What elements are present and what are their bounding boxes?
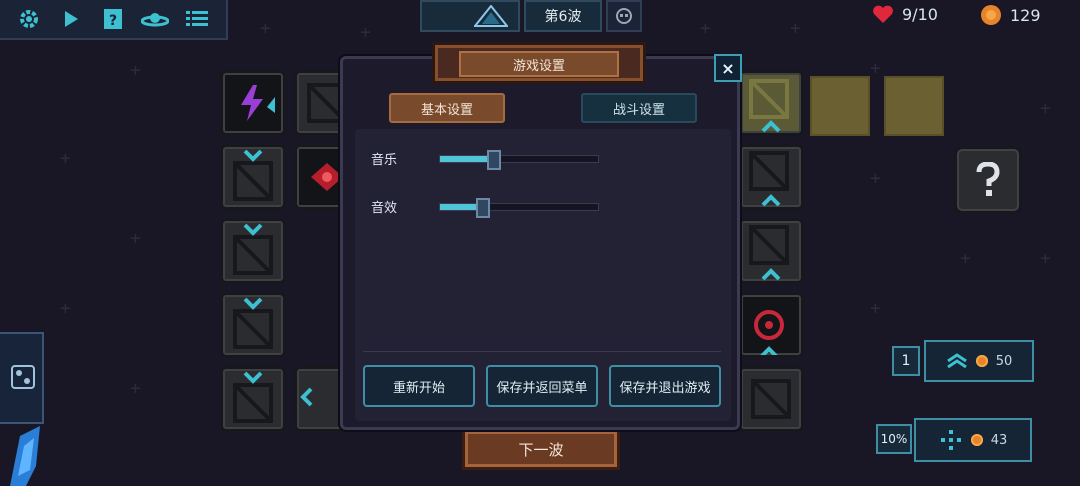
bg-cross: + — [960, 248, 971, 269]
path-tile — [738, 366, 804, 432]
help-button[interactable] — [954, 146, 1022, 214]
music-slider-knob[interactable] — [486, 149, 501, 170]
health-display: 9/10 — [872, 4, 938, 24]
left-side-panel[interactable] — [0, 332, 44, 424]
music-label: 音乐 — [371, 153, 398, 168]
sfx-slider[interactable] — [439, 197, 599, 218]
coin-icon — [981, 5, 1001, 25]
tower-tile-lightning[interactable] — [220, 70, 286, 136]
move-cost: 43 — [990, 432, 1008, 448]
coin-icon — [975, 355, 988, 367]
bg-cross: + — [130, 60, 141, 81]
bg-cross: + — [870, 168, 881, 189]
bg-cross: + — [790, 18, 801, 39]
music-slider[interactable] — [439, 149, 599, 170]
path-tile — [220, 218, 286, 284]
next-wave-button[interactable]: 下一波 — [462, 428, 620, 470]
top-toolbar: ? — [0, 0, 228, 40]
path-tile — [738, 218, 804, 284]
bg-cross: + — [1040, 98, 1051, 119]
tower-tile-target[interactable] — [738, 292, 804, 358]
upgrade-button[interactable]: 50 — [924, 340, 1034, 382]
module-icon — [11, 365, 35, 389]
heart-icon — [873, 5, 893, 23]
move-arrows-icon — [940, 430, 961, 450]
bg-cross: + — [260, 18, 271, 39]
percent-box: 10% — [876, 424, 912, 454]
wave-display: 第6波 — [420, 0, 646, 34]
divider — [363, 351, 721, 352]
upgrade-cost: 50 — [995, 353, 1013, 369]
crystal-decoration — [10, 426, 40, 486]
path-tile — [220, 144, 286, 210]
question-icon — [976, 162, 1000, 196]
bg-cross: + — [130, 228, 141, 249]
save-exit-game-button[interactable]: 保存并退出游戏 — [609, 365, 721, 407]
bg-cross: + — [870, 58, 881, 79]
ufo-icon[interactable] — [140, 4, 170, 34]
sfx-label: 音效 — [371, 201, 398, 216]
bg-cross: + — [60, 148, 71, 169]
close-button[interactable]: × — [714, 54, 742, 82]
empty-slot[interactable] — [884, 76, 944, 136]
dialog-title: 游戏设置 — [459, 51, 619, 77]
dialog-title-plate: 游戏设置 — [432, 42, 646, 84]
gear-icon[interactable] — [14, 4, 44, 34]
sfx-slider-knob[interactable] — [475, 197, 490, 218]
restart-button[interactable]: 重新开始 — [363, 365, 475, 407]
play-icon[interactable] — [56, 4, 86, 34]
svg-text:?: ? — [109, 13, 117, 29]
move-button[interactable]: 43 — [914, 418, 1032, 462]
path-tile — [220, 292, 286, 358]
bg-cross: + — [870, 298, 881, 319]
tab-battle-settings[interactable]: 战斗设置 — [581, 93, 697, 123]
path-tile-highlighted — [738, 70, 804, 136]
bg-cross: + — [360, 22, 371, 43]
boss-icon[interactable] — [606, 0, 642, 32]
coin-display: 129 — [980, 4, 1041, 26]
list-icon[interactable] — [182, 4, 212, 34]
sfx-slider-row: 音效 — [371, 197, 599, 218]
path-tile — [220, 366, 286, 432]
tower-level: 1 — [892, 346, 920, 376]
coin-value: 129 — [1010, 5, 1041, 25]
ship-icon — [474, 5, 508, 27]
chevron-up-icon — [946, 353, 967, 369]
empty-slot[interactable] — [810, 76, 870, 136]
music-slider-fill — [440, 155, 494, 162]
path-tile — [738, 144, 804, 210]
settings-dialog: 基本设置 战斗设置 音乐 音效 重新开始 保存并返回菜单 保存并退出游戏 — [340, 56, 740, 430]
bg-cross: + — [130, 378, 141, 399]
music-slider-row: 音乐 — [371, 149, 599, 170]
wave-ship-box — [420, 0, 520, 32]
coin-icon — [970, 434, 983, 446]
save-return-menu-button[interactable]: 保存并返回菜单 — [486, 365, 598, 407]
bg-cross: + — [60, 298, 71, 319]
bg-cross: + — [1040, 248, 1051, 269]
bg-cross: + — [700, 18, 711, 39]
tab-basic-settings[interactable]: 基本设置 — [389, 93, 505, 123]
wave-label: 第6波 — [524, 0, 602, 32]
help-book-icon[interactable]: ? — [98, 4, 128, 34]
health-value: 9/10 — [902, 4, 938, 24]
